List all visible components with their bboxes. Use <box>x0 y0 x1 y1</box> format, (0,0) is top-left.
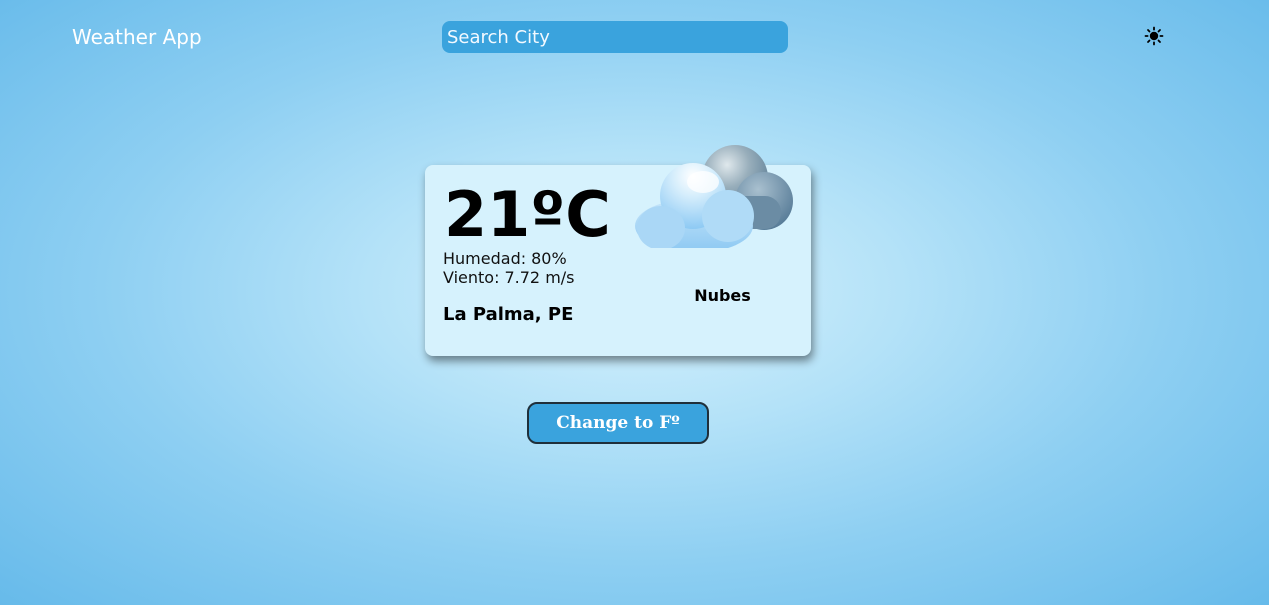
theme-toggle-button[interactable] <box>1142 24 1166 48</box>
location: La Palma, PE <box>443 304 574 325</box>
app-title: Weather App <box>72 25 202 49</box>
sun-icon <box>1144 26 1164 46</box>
clouds-icon <box>635 145 793 248</box>
temperature: 21ºC <box>444 178 611 251</box>
weather-card: 21ºC Humedad: 80% Viento: 7.72 m/s La Palm… <box>425 145 811 356</box>
search-city-input[interactable] <box>442 21 788 53</box>
humidity: Humedad: 80% <box>443 249 567 268</box>
humidity-label: Humedad: <box>443 249 527 268</box>
weather-description: Nubes <box>694 286 751 305</box>
change-unit-button[interactable]: Change to Fº <box>527 402 709 444</box>
wind-value: 7.72 m/s <box>504 268 575 287</box>
wind: Viento: 7.72 m/s <box>443 268 575 287</box>
wind-label: Viento: <box>443 268 500 287</box>
humidity-value: 80% <box>531 249 567 268</box>
